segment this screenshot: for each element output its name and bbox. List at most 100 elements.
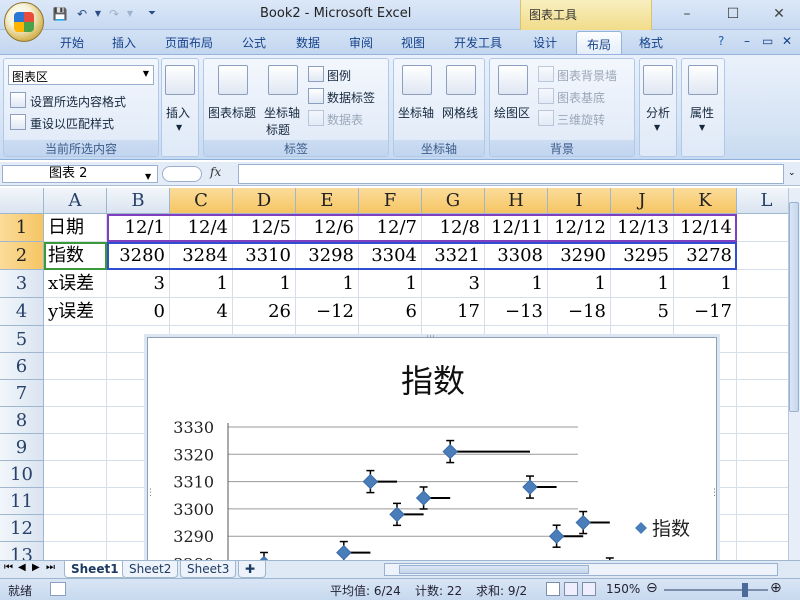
undo-icon[interactable]: ↶	[74, 6, 90, 22]
formula-bar-handle[interactable]	[162, 166, 202, 182]
row-header-1[interactable]: 1	[0, 214, 44, 242]
cell-K4[interactable]: −17	[674, 298, 737, 326]
column-header-L[interactable]: L	[737, 188, 788, 214]
select-all-corner[interactable]	[0, 188, 44, 214]
redo-dropdown-icon[interactable]: ▼	[122, 6, 138, 22]
cell-K3[interactable]: 1	[674, 270, 737, 298]
cell-B4[interactable]: 0	[107, 298, 170, 326]
cell-A7[interactable]	[44, 380, 107, 407]
cell-E2[interactable]: 3298	[296, 242, 359, 270]
cell-I4[interactable]: −18	[548, 298, 611, 326]
axis-title-button[interactable]: 坐标轴	[264, 104, 300, 121]
tab-page-layout[interactable]: 页面布局	[165, 34, 213, 51]
tab-insert[interactable]: 插入	[112, 34, 136, 51]
cell-J1[interactable]: 12/13	[611, 214, 674, 242]
3d-rotation-button[interactable]: 三维旋转	[557, 111, 605, 128]
cell-L10[interactable]	[737, 461, 788, 488]
cell-A8[interactable]	[44, 407, 107, 434]
cell-C2[interactable]: 3284	[170, 242, 233, 270]
cell-F2[interactable]: 3304	[359, 242, 422, 270]
horizontal-scrollbar[interactable]	[384, 563, 778, 576]
page-layout-view-icon[interactable]	[564, 582, 578, 596]
cell-L9[interactable]	[737, 434, 788, 461]
maximize-icon[interactable]: ☐	[722, 5, 744, 23]
cell-J3[interactable]: 1	[611, 270, 674, 298]
sheet-tab-2[interactable]: Sheet2	[122, 561, 179, 578]
close-icon[interactable]: ✕	[768, 5, 790, 23]
cell-F3[interactable]: 1	[359, 270, 422, 298]
row-header-12[interactable]: 12	[0, 515, 44, 542]
cell-L6[interactable]	[737, 353, 788, 380]
cell-B2[interactable]: 3280	[107, 242, 170, 270]
cell-C4[interactable]: 4	[170, 298, 233, 326]
tab-design[interactable]: 设计	[533, 34, 557, 51]
cell-D2[interactable]: 3310	[233, 242, 296, 270]
cell-E3[interactable]: 1	[296, 270, 359, 298]
tab-data[interactable]: 数据	[296, 34, 320, 51]
cell-C3[interactable]: 1	[170, 270, 233, 298]
redo-icon[interactable]: ↷	[106, 6, 122, 22]
cell-G2[interactable]: 3321	[422, 242, 485, 270]
row-header-5[interactable]: 5	[0, 326, 44, 353]
help-icon[interactable]: ?	[718, 34, 724, 48]
customize-qat-icon[interactable]: ⏷	[144, 6, 160, 22]
gridlines-button[interactable]: 网格线	[442, 104, 478, 121]
insert-sheet-icon[interactable]: ✚	[238, 561, 266, 578]
cell-I2[interactable]: 3290	[548, 242, 611, 270]
cell-K2[interactable]: 3278	[674, 242, 737, 270]
cell-L1[interactable]	[737, 214, 788, 242]
zoom-level[interactable]: 150%	[606, 582, 640, 596]
cell-A12[interactable]	[44, 515, 107, 542]
reset-style-button[interactable]: 重设以匹配样式	[30, 115, 114, 132]
column-header-A[interactable]: A	[44, 188, 107, 214]
cell-E1[interactable]: 12/6	[296, 214, 359, 242]
column-header-E[interactable]: E	[296, 188, 359, 214]
row-header-9[interactable]: 9	[0, 434, 44, 461]
plot-area-button[interactable]: 绘图区	[494, 104, 530, 121]
row-header-6[interactable]: 6	[0, 353, 44, 380]
cell-E4[interactable]: −12	[296, 298, 359, 326]
cell-C1[interactable]: 12/4	[170, 214, 233, 242]
cell-D4[interactable]: 26	[233, 298, 296, 326]
data-labels-button[interactable]: 数据标签	[327, 89, 375, 106]
cell-F1[interactable]: 12/7	[359, 214, 422, 242]
cell-A11[interactable]	[44, 488, 107, 515]
tab-developer[interactable]: 开发工具	[454, 34, 502, 51]
cell-L8[interactable]	[737, 407, 788, 434]
cell-A13[interactable]	[44, 542, 107, 560]
row-header-3[interactable]: 3	[0, 270, 44, 298]
properties-button[interactable]: 属性	[690, 104, 714, 121]
row-header-7[interactable]: 7	[0, 380, 44, 407]
cell-L3[interactable]	[737, 270, 788, 298]
cell-A4[interactable]: y误差	[44, 298, 107, 326]
tab-review[interactable]: 审阅	[349, 34, 373, 51]
row-header-4[interactable]: 4	[0, 298, 44, 326]
chart-floor-button[interactable]: 图表基底	[557, 89, 605, 106]
analysis-button[interactable]: 分析	[646, 104, 670, 121]
horizontal-scroll-thumb[interactable]	[399, 565, 589, 574]
name-box[interactable]: 图表 2 ▼	[2, 165, 158, 183]
resize-handle-icon[interactable]: ⋯	[426, 332, 435, 342]
cell-A1[interactable]: 日期	[44, 214, 107, 242]
column-header-D[interactable]: D	[233, 188, 296, 214]
insert-button[interactable]: 插入	[166, 104, 190, 121]
cell-I1[interactable]: 12/12	[548, 214, 611, 242]
formula-input[interactable]	[238, 164, 784, 184]
cell-J4[interactable]: 5	[611, 298, 674, 326]
column-header-K[interactable]: K	[674, 188, 737, 214]
cell-A3[interactable]: x误差	[44, 270, 107, 298]
tab-layout[interactable]: 布局	[576, 31, 622, 55]
cell-L7[interactable]	[737, 380, 788, 407]
cell-A2[interactable]: 指数	[44, 242, 107, 270]
column-header-C[interactable]: C	[170, 188, 233, 214]
chart-title-button[interactable]: 图表标题	[208, 104, 256, 121]
vertical-scroll-thumb[interactable]	[789, 202, 799, 412]
cell-L2[interactable]	[737, 242, 788, 270]
cell-K1[interactable]: 12/14	[674, 214, 737, 242]
resize-handle-icon[interactable]: ⋮	[710, 488, 719, 498]
zoom-in-icon[interactable]: ⊕	[770, 580, 782, 596]
row-header-13[interactable]: 13	[0, 542, 44, 560]
ribbon-minimize-icon[interactable]: –	[744, 34, 750, 48]
cell-I3[interactable]: 1	[548, 270, 611, 298]
cell-G1[interactable]: 12/8	[422, 214, 485, 242]
